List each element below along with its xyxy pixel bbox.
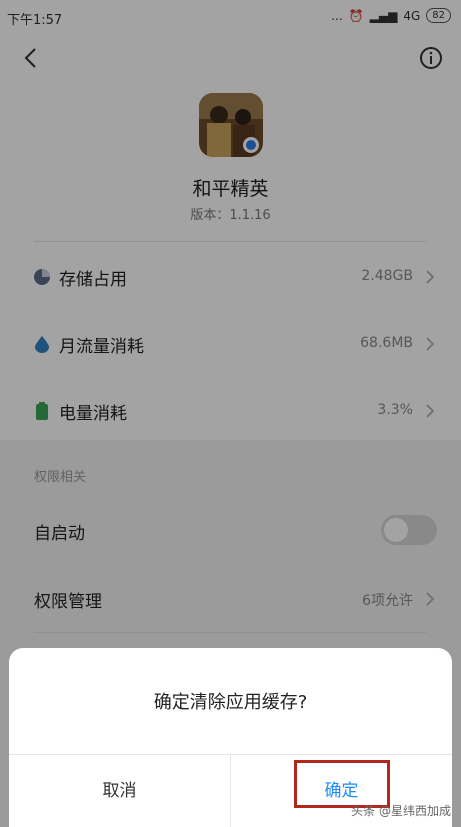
cancel-button[interactable]: 取消 (9, 755, 230, 827)
confirm-highlight-box (294, 760, 390, 808)
dialog-title: 确定清除应用缓存? (153, 692, 308, 713)
watermark: 头条 @星纬西加成 (351, 804, 451, 818)
